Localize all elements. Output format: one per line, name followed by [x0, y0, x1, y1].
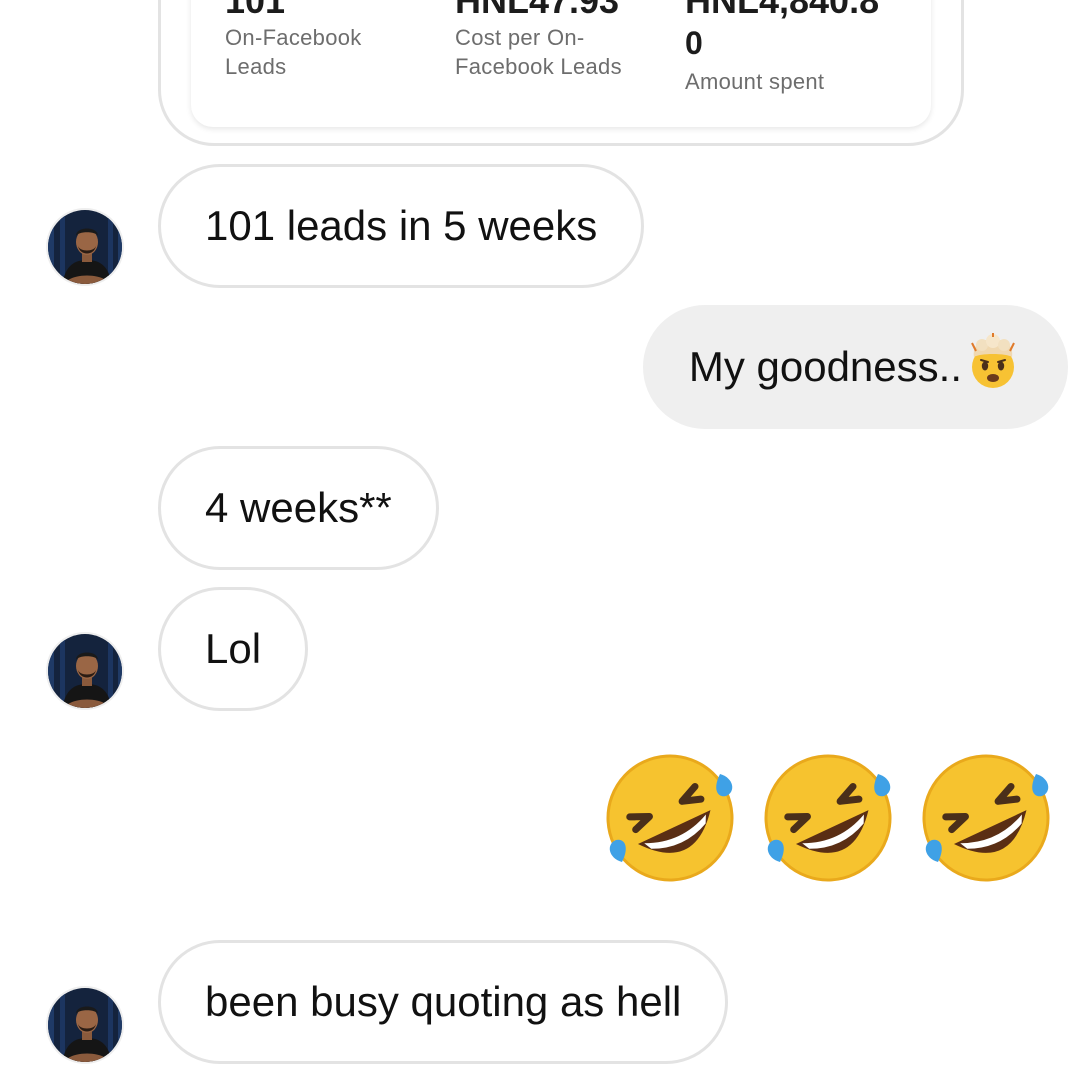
metric-label: Cost per On-Facebook Leads — [455, 25, 622, 79]
profile-photo-icon — [48, 634, 122, 708]
metric-value: HNL47.93 — [455, 0, 620, 21]
rolling-on-floor-laughing-icon — [922, 754, 1050, 882]
sender-avatar[interactable] — [46, 986, 124, 1064]
metric-label: Amount spent — [685, 69, 825, 94]
message-thread: 101 On-Facebook Leads HNL47.93 Cost per … — [0, 0, 1080, 1080]
message-text: 4 weeks** — [205, 484, 392, 531]
outgoing-message-bubble[interactable]: My goodness.. — [642, 305, 1068, 429]
rolling-on-floor-laughing-icon — [606, 754, 734, 882]
message-text: Lol — [205, 625, 262, 672]
message-text: 101 leads in 5 weeks — [205, 202, 598, 249]
incoming-message-bubble[interactable]: been busy quoting as hell — [158, 940, 729, 1064]
profile-photo-icon — [48, 988, 122, 1062]
message-text: been busy quoting as hell — [205, 978, 682, 1025]
exploding-head-icon — [964, 332, 1022, 402]
outgoing-emoji-message[interactable] — [600, 748, 1056, 888]
metric-value-continued: 0 — [685, 25, 703, 61]
message-text: My goodness.. — [688, 343, 962, 390]
incoming-message-bubble[interactable]: 101 leads in 5 weeks — [158, 164, 645, 288]
incoming-message-bubble[interactable]: Lol — [158, 587, 309, 711]
rolling-on-floor-laughing-icon — [764, 754, 892, 882]
incoming-message-bubble[interactable]: 4 weeks** — [158, 446, 439, 570]
sender-avatar[interactable] — [46, 208, 124, 286]
shared-ad-results-card[interactable]: 101 On-Facebook Leads HNL47.93 Cost per … — [158, 0, 964, 146]
metric-value: 101 — [225, 0, 286, 21]
profile-photo-icon — [48, 210, 122, 284]
metric-label: On-Facebook Leads — [225, 25, 362, 79]
ad-results-panel: 101 On-Facebook Leads HNL47.93 Cost per … — [191, 0, 931, 127]
metric-value: HNL4,840.8 — [685, 0, 880, 21]
sender-avatar[interactable] — [46, 632, 124, 710]
